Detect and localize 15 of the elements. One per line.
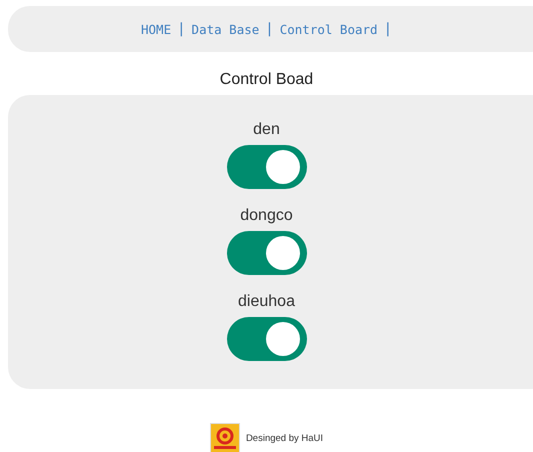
- nav-link[interactable]: Control Board: [280, 22, 378, 36]
- toggle-switch[interactable]: [226, 145, 306, 189]
- device-label: dieuhoa: [238, 293, 295, 311]
- footer-text: Desinged by HaUI: [246, 432, 324, 444]
- page-title: Control Boad: [218, 71, 314, 89]
- nav-link[interactable]: Data Base: [192, 22, 260, 36]
- nav-separator: |: [177, 21, 186, 37]
- nav-separator: |: [384, 21, 392, 37]
- toggle-switch[interactable]: [226, 317, 306, 361]
- toggle-switch[interactable]: [226, 231, 306, 275]
- nav-separator: |: [265, 21, 274, 37]
- logo-icon: [210, 423, 240, 452]
- nav-link[interactable]: HOME: [141, 22, 172, 36]
- device-label: den: [253, 121, 280, 139]
- device-label: dongco: [240, 207, 293, 225]
